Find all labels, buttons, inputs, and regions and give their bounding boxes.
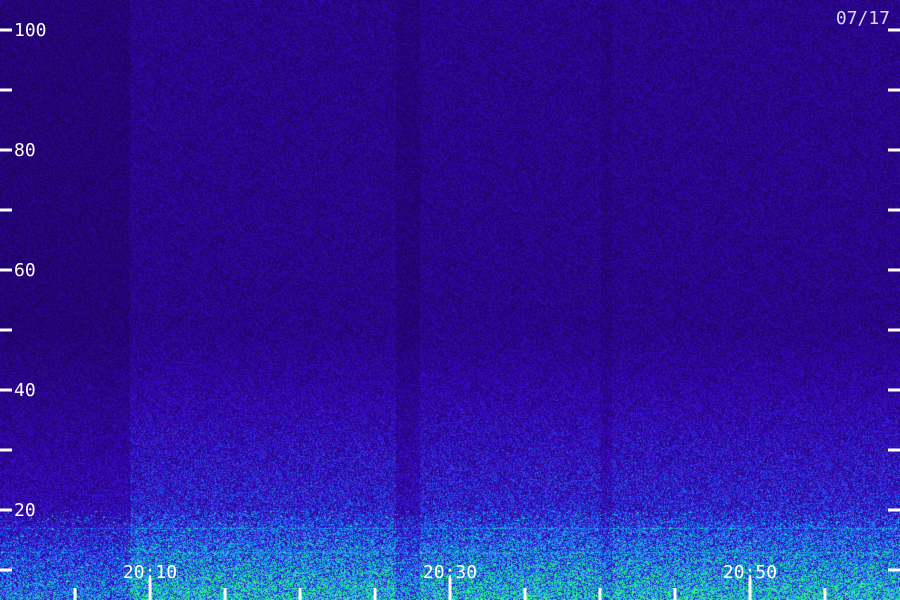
y-tick-label: 100 bbox=[14, 20, 47, 41]
x-tick-label: 20:10 bbox=[123, 562, 177, 583]
x-tick-label: 20:30 bbox=[423, 562, 477, 583]
y-axis-right bbox=[888, 28, 900, 572]
x-tick-label: 20:50 bbox=[723, 562, 777, 583]
chart-overlay: 20 40 60 80 100 20:10 20:30 20:50 07/17 bbox=[0, 8, 900, 600]
spectrogram-chart: 20 40 60 80 100 20:10 20:30 20:50 07/17 bbox=[0, 0, 900, 600]
y-tick-label: 40 bbox=[14, 380, 36, 401]
date-label: 07/17 bbox=[836, 8, 890, 29]
y-axis-left: 20 40 60 80 100 bbox=[0, 20, 47, 572]
y-tick-label: 80 bbox=[14, 140, 36, 161]
y-tick-label: 20 bbox=[14, 500, 36, 521]
y-tick-label: 60 bbox=[14, 260, 36, 281]
x-axis: 20:10 20:30 20:50 bbox=[73, 562, 827, 600]
